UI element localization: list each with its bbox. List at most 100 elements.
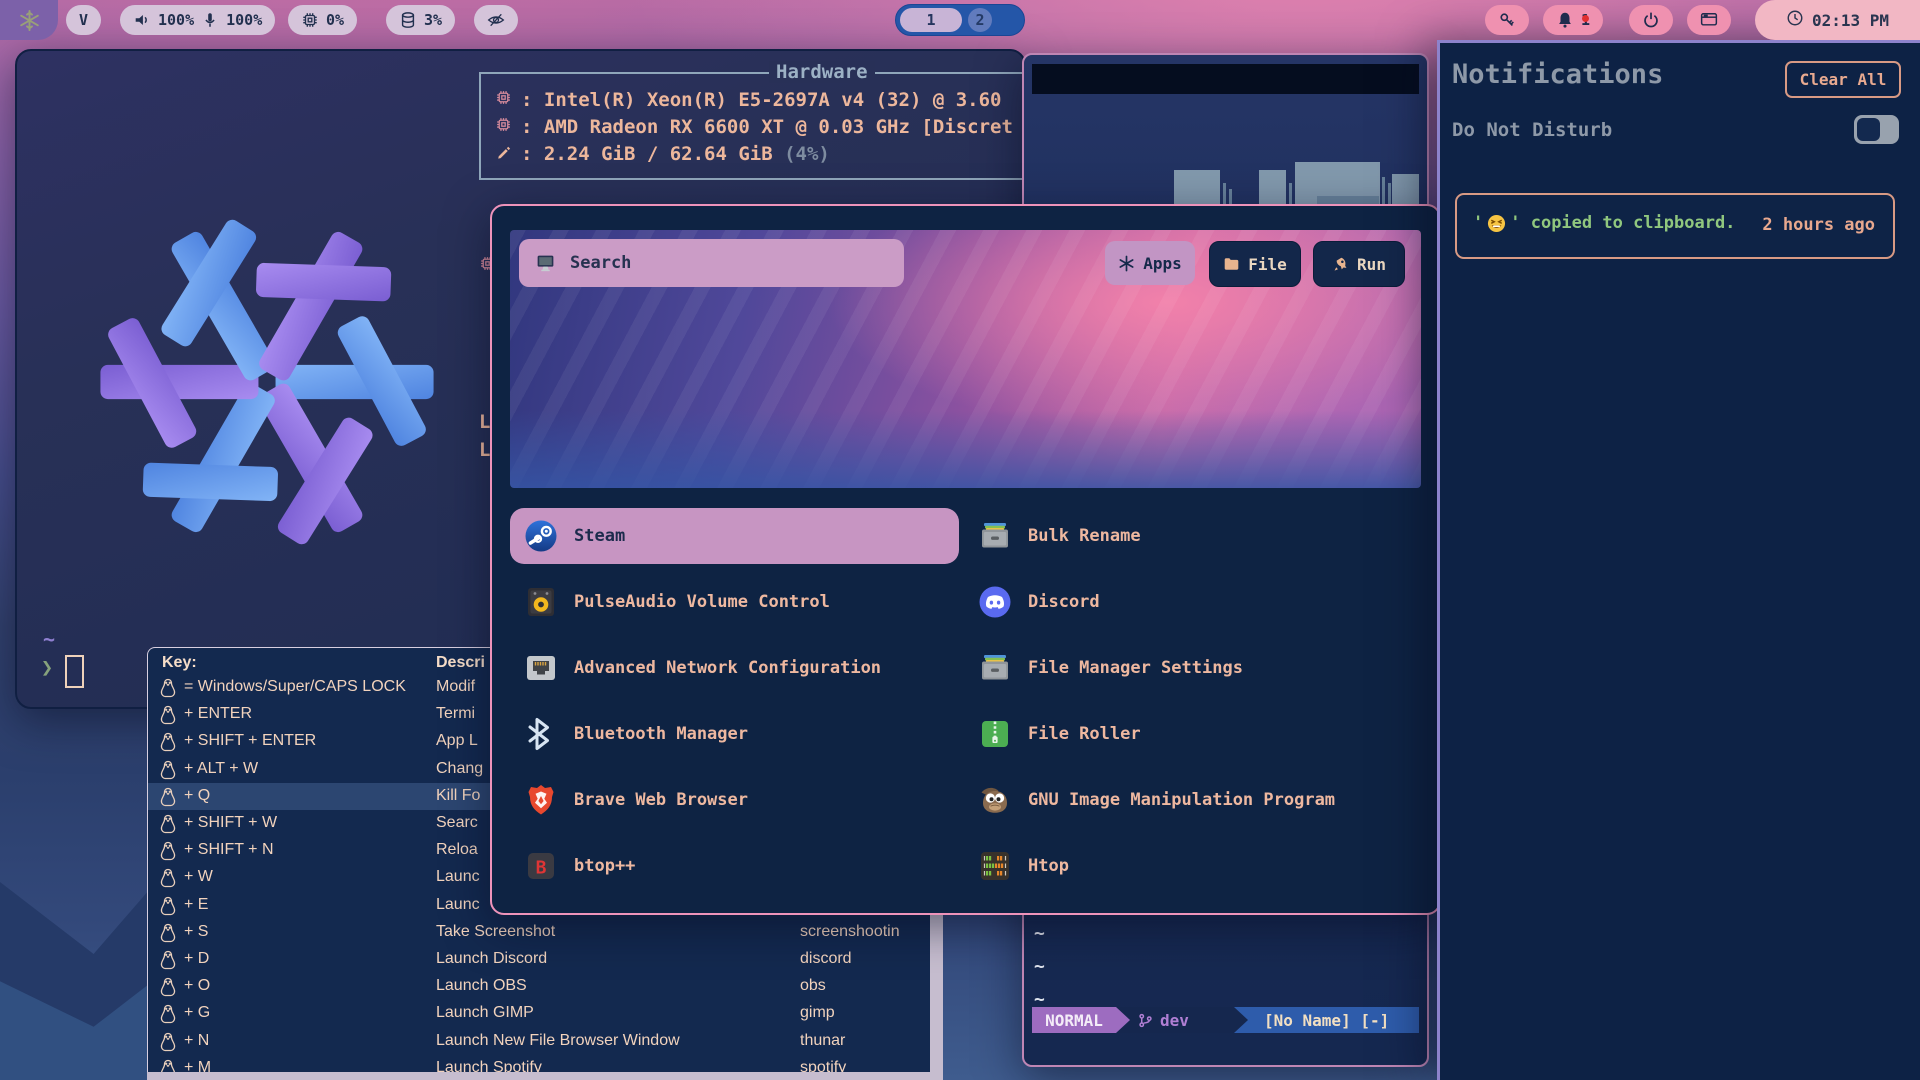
tab-run[interactable]: Run: [1313, 241, 1405, 287]
keybind-description: Launch New File Browser Window: [436, 1032, 680, 1050]
app-item-htop[interactable]: Htop: [964, 838, 1422, 894]
idle-inhibitor-button[interactable]: [474, 5, 518, 35]
desktop: Hardware : Intel(R) Xeon(R) E5-2697A v4 …: [0, 0, 1920, 1080]
tux-icon: [159, 868, 177, 888]
monitor-icon: [535, 253, 556, 274]
app-item-advanced-network-configuration[interactable]: Advanced Network Configuration: [510, 640, 959, 696]
app-item-steam[interactable]: Steam: [510, 508, 959, 564]
horizontal-scrollbar[interactable]: [147, 1072, 943, 1080]
laughing-emoji-icon: [1487, 214, 1506, 233]
git-branch-segment: dev: [1130, 1007, 1234, 1033]
app-item-file-roller[interactable]: File Roller: [964, 706, 1422, 762]
vim-tilde: ~: [1034, 956, 1045, 977]
nixos-logo: [62, 177, 472, 587]
powerline-separator: [1234, 1007, 1248, 1033]
keyring-button[interactable]: [1485, 5, 1529, 35]
notification-item[interactable]: '' copied to clipboard. 2 hours ago: [1455, 193, 1895, 259]
app-item-discord[interactable]: Discord: [964, 574, 1422, 630]
keybinds-header-desc: Descri: [436, 654, 485, 672]
keybind-command: screenshootin: [800, 923, 900, 941]
app-item-bulk-rename[interactable]: Bulk Rename: [964, 508, 1422, 564]
drawer-icon: [978, 519, 1012, 553]
vim-filename: [No Name] [-]: [1248, 1007, 1419, 1033]
app-item-gnu-image-manipulation-program[interactable]: GNU Image Manipulation Program: [964, 772, 1422, 828]
workspace-1-button[interactable]: 1: [900, 8, 962, 32]
vim-tilde: ~: [1034, 923, 1045, 944]
app-item-pulseaudio-volume-control[interactable]: PulseAudio Volume Control: [510, 574, 959, 630]
shell-prompt: ❯: [41, 655, 53, 679]
keybind-key: + SHIFT + W: [184, 814, 277, 832]
clipped-fastfetch-icon: [479, 255, 490, 277]
app-launcher: Search Apps File Run Steam PulseAudio Volum…: [490, 204, 1441, 915]
network-icon: [524, 651, 558, 685]
nixos-menu-button[interactable]: [0, 0, 58, 40]
keybind-description: Searc: [436, 814, 478, 832]
speaker-icon: [133, 11, 151, 29]
keybind-command: gimp: [800, 1004, 835, 1022]
memory-widget[interactable]: 3%: [386, 5, 455, 35]
screenshot-button[interactable]: [1687, 5, 1731, 35]
keybind-command: thunar: [800, 1032, 845, 1050]
volume-widget[interactable]: 100% 100%: [120, 5, 275, 35]
power-button[interactable]: [1629, 5, 1673, 35]
app-item-file-manager-settings[interactable]: File Manager Settings: [964, 640, 1422, 696]
clear-all-button[interactable]: Clear All: [1785, 61, 1901, 98]
keybind-key: + O: [184, 977, 210, 995]
tux-icon: [159, 841, 177, 861]
keybind-key: + ENTER: [184, 705, 252, 723]
do-not-disturb-toggle[interactable]: [1854, 115, 1899, 144]
snowflake-icon: [18, 9, 41, 32]
vim-statusline: NORMAL dev [No Name] [-]: [1032, 1007, 1419, 1033]
search-input[interactable]: Search: [519, 239, 904, 287]
tab-file[interactable]: File: [1209, 241, 1301, 287]
hardware-box-title: Hardware: [769, 61, 875, 83]
keybind-description: Chang: [436, 760, 483, 778]
tux-icon: [159, 1032, 177, 1052]
keybind-description: Launc: [436, 868, 480, 886]
notifications-button[interactable]: 1: [1543, 5, 1603, 35]
keybind-description: Modif: [436, 678, 475, 696]
keybind-key: + W: [184, 868, 213, 886]
gpu-chip-icon: [495, 116, 512, 138]
keybind-key: + Q: [184, 787, 210, 805]
app-item-bluetooth-manager[interactable]: Bluetooth Manager: [510, 706, 959, 762]
terminal-cursor: [65, 655, 84, 688]
tab-apps[interactable]: Apps: [1105, 241, 1195, 285]
cpu-chip-icon: [495, 89, 512, 111]
keybind-description: App L: [436, 732, 478, 750]
workspace-2-button[interactable]: 2: [968, 8, 992, 32]
bell-icon: [1556, 11, 1574, 29]
hardware-info-box: Hardware : Intel(R) Xeon(R) E5-2697A v4 …: [479, 72, 1024, 180]
clipped-fastfetch-text: L: [479, 439, 490, 461]
notifications-panel: Notifications Clear All Do Not Disturb '…: [1437, 40, 1920, 1080]
gpu-info-line: : AMD Radeon RX 6600 XT @ 0.03 GHz [Disc…: [495, 113, 1013, 140]
app-item-btop-[interactable]: Bbtop++: [510, 838, 959, 894]
do-not-disturb-label: Do Not Disturb: [1452, 119, 1612, 141]
keybind-row: + OLaunch OBSobs: [148, 973, 931, 1000]
keybind-description: Kill Fo: [436, 787, 480, 805]
clock-widget[interactable]: 02:13 PM: [1755, 0, 1920, 40]
keybind-row: + GLaunch GIMPgimp: [148, 1000, 931, 1027]
keybind-description: Launch OBS: [436, 977, 527, 995]
discord-icon: [978, 585, 1012, 619]
tux-icon: [159, 760, 177, 780]
toggle-knob: [1857, 118, 1880, 141]
top-bar: V 100% 100% 0% 3% 1 2: [0, 0, 1920, 40]
drawer-icon: [978, 651, 1012, 685]
search-placeholder: Search: [570, 253, 631, 273]
notification-dot: [1582, 15, 1589, 22]
microphone-icon: [201, 11, 219, 29]
keybinds-header-key: Key:: [162, 654, 197, 672]
htop-icon: [978, 849, 1012, 883]
keybind-description: Take Screenshot: [436, 923, 555, 941]
tux-icon: [159, 896, 177, 916]
launcher-button[interactable]: V: [66, 5, 101, 35]
keybind-key: = Windows/Super/CAPS LOCK: [184, 678, 406, 696]
tux-icon: [159, 923, 177, 943]
btop-icon: B: [524, 849, 558, 883]
app-item-brave-web-browser[interactable]: Brave Web Browser: [510, 772, 959, 828]
powerline-separator: [1116, 1007, 1130, 1033]
keybind-row: + DLaunch Discorddiscord: [148, 946, 931, 973]
cpu-widget[interactable]: 0%: [288, 5, 357, 35]
tux-icon: [159, 977, 177, 997]
